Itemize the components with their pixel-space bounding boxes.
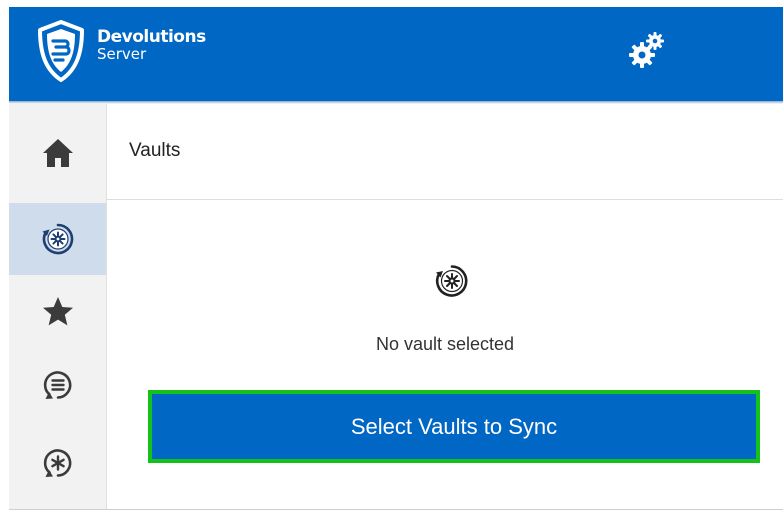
vault-icon [42, 223, 73, 255]
sidebar [9, 104, 107, 509]
brand-subtitle: Server [97, 45, 147, 63]
sync-list-icon [43, 371, 71, 399]
select-vaults-button-label: Select Vaults to Sync [350, 413, 558, 439]
sidebar-item-home[interactable] [9, 117, 106, 189]
sidebar-item-vaults[interactable] [9, 203, 106, 275]
gears-icon [629, 32, 664, 68]
sidebar-item-sync-list[interactable] [9, 349, 106, 421]
page-title: Vaults [129, 140, 181, 161]
settings-button[interactable] [627, 31, 667, 71]
brand-name: Devolutions [97, 27, 206, 47]
empty-state-message: No vault selected [375, 334, 515, 354]
title-divider [107, 199, 783, 200]
star-icon [42, 297, 73, 326]
home-icon [42, 139, 73, 167]
devolutions-shield-icon [38, 20, 84, 82]
top-header: Devolutions Server [9, 7, 783, 101]
bottom-border [9, 509, 783, 510]
vault-icon [435, 265, 468, 297]
sync-asterisk-icon [43, 449, 71, 477]
sidebar-item-sync-asterisk[interactable] [9, 427, 106, 499]
brand-title: Devolutions Server [97, 29, 206, 62]
select-vaults-to-sync-button[interactable]: Select Vaults to Sync [148, 390, 760, 463]
sidebar-item-favorites[interactable] [9, 276, 106, 348]
main-content: Vaults No vault selected Select Vaults t… [107, 104, 783, 509]
app-window: Devolutions Server Vaults No vault selec… [0, 0, 783, 517]
